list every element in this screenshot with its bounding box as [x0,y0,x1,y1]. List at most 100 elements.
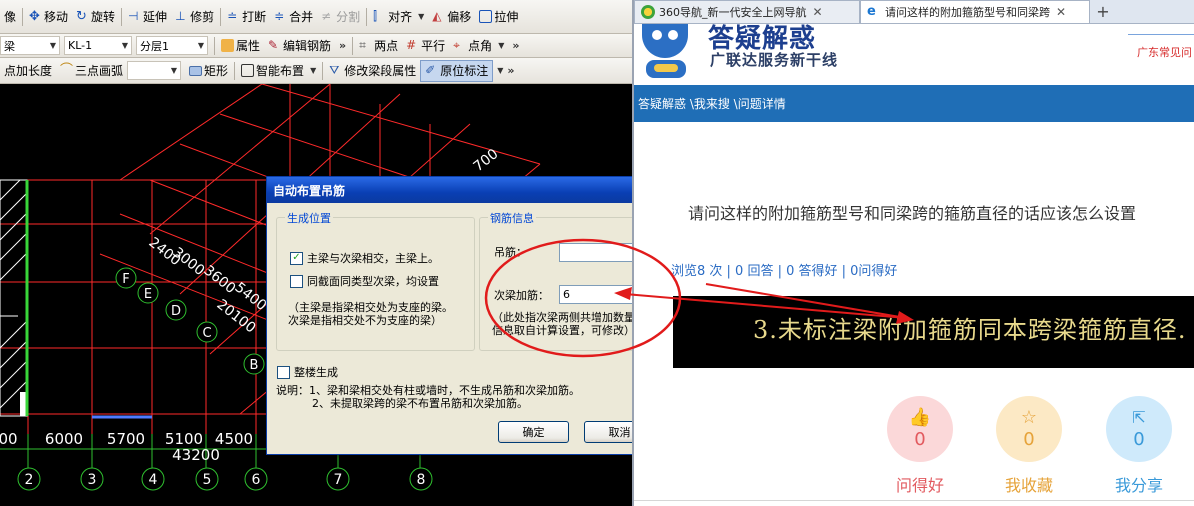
dim-label: 6000 [45,430,83,448]
smart-layout-icon [241,64,255,77]
question-image[interactable]: 3.未标注梁附加箍筋同本跨梁箍筋直径. [673,296,1194,368]
arc-icon: ⌒ [60,63,74,78]
axis-letter: B [250,358,259,373]
favorite-label: 我收藏 [1004,476,1053,495]
rect-icon [189,65,203,76]
star-icon: ☆ [1020,406,1038,428]
edit-rebar-button[interactable]: ✎ 编辑钢筋 [264,35,335,57]
move-icon: ✥ [29,9,40,24]
align-icon: ⫿ [373,9,377,23]
question-stats: 浏览8 次 | 0 回答 | 0 答得好 | 0问得好 [671,264,898,279]
image-annotation-text: 3.未标注梁附加箍筋同本跨梁箍筋直径. [753,316,1187,344]
question-title: 请问这样的附加箍筋型号和同梁跨的箍筋直径的话应该怎么设置 [688,204,1137,223]
divider [634,500,1194,501]
element-toolbar: 梁 ▼ KL-1 ▼ 分层1 ▼ 属性 ✎ 编辑钢筋 » ⌗ 两点 # 平行 ⌖ 点角 ▼ » [0,34,632,58]
parallel-icon: # [406,38,417,52]
modify-beam-property-button[interactable]: ⛛ 修改梁段属性 [325,60,420,82]
point-length-button[interactable]: 点加长度 [0,60,56,82]
axis-number: 2 [25,472,34,488]
point-angle-button[interactable]: ⌖ 点角 ▼ [449,35,508,57]
main-secondary-option[interactable]: ✓ 主梁与次梁相交，主梁上。 [290,250,439,266]
dialog-explanation: 说明：1、梁和梁相交处有柱或墙时，不生成吊筋和次梁加筋。 2、未提取梁跨的梁不布… [276,384,580,410]
draw-toolbar: 点加长度 ⌒ 三点画弧 ▼ 矩形 智能布置 ▼ ⛛ 修改梁段属性 ✐ 原位标注 ▼ » [0,58,632,84]
toolbar-separator [22,7,24,26]
break-button[interactable]: ≐ 打断 [223,6,270,28]
share-action[interactable]: ⇱ 0 我分享 [1104,396,1174,496]
thumb-up-icon: 👍 [908,406,932,428]
checkbox-icon[interactable] [290,274,303,288]
dropdown-caret-icon: ▼ [498,41,505,50]
browser-window: 360导航_新一代安全上网导航 ✕ e 请问这样的附加箍筋型号和同梁跨 ✕ + … [632,0,1194,506]
stretch-button[interactable]: 拉伸 [475,6,522,28]
breadcrumb: 答疑解惑 \我来搜 \问题详情 [634,85,1194,122]
ask-good-action[interactable]: 👍 0 问得好 [885,396,955,496]
dim-label: 5700 [107,430,145,448]
ask-good-count: 0 [914,428,926,450]
split-icon: ≠ [321,9,332,23]
rotate-icon: ↻ [76,9,87,24]
axis-letter: F [122,272,129,287]
toolbar-overflow-icon[interactable]: » [335,39,350,52]
position-note: （主梁是指梁相交处为支座的梁。 次梁是指相交处不为支座的梁） [288,301,453,327]
in-place-label-button[interactable]: ✐ 原位标注 [420,59,494,82]
whole-floor-option[interactable]: 整楼生成 [277,364,338,380]
axis-letter: E [144,287,152,302]
new-tab-button[interactable]: + [1090,0,1116,23]
rotate-button[interactable]: ↻ 旋转 [72,6,119,28]
merge-button[interactable]: ≑ 合并 [270,6,317,28]
site-header: 答疑解惑 广联达服务新干线 广东常见问 [634,24,1194,85]
hanger-label: 吊筋： [494,246,527,259]
total-dimension: 43200 [172,446,220,464]
rebar-note: （此处指次梁两侧共增加数量， 信息取自计算设置，可修改） [492,311,646,337]
checkbox-checked-icon[interactable]: ✓ [290,251,303,265]
ie-icon: e [867,4,876,19]
edit-rebar-icon: ✎ [268,38,279,52]
three-point-arc-button[interactable]: ⌒ 三点画弧 [56,60,127,82]
arc-mode-select[interactable]: ▼ [127,61,182,80]
element-name-select[interactable]: KL-1 ▼ [64,36,132,55]
top-link[interactable]: 广东常见问 [1137,44,1192,60]
bottom-dimension-labels: 00 6000 5700 5100 4500 43200 [0,430,253,464]
toolbar-overflow-icon[interactable]: » [508,39,523,52]
rectangle-button[interactable]: 矩形 [185,60,232,82]
extend-button[interactable]: ⊣ 延伸 [124,6,171,28]
smart-layout-button[interactable]: 智能布置 ▼ [237,60,320,82]
axis-number: 4 [149,472,158,488]
tab-question[interactable]: e 请问这样的附加箍筋型号和同梁跨 ✕ [860,0,1090,23]
auto-hanger-dialog: 自动布置吊筋 ✕ 生成位置 ✓主梁与次梁相交，主梁上。 同截面同类型次梁，均设置… [266,176,671,455]
favorite-action[interactable]: ☆ 0 我收藏 [994,396,1064,496]
toolbar-separator [220,7,222,26]
offset-icon: ◭ [432,9,442,23]
tab-close-icon[interactable]: ✕ [813,5,823,19]
merge-icon: ≑ [274,9,285,23]
split-button[interactable]: ≠ 分割 [317,6,364,28]
toolbar-overflow-icon[interactable]: » [503,64,518,77]
axis-number: 6 [252,472,261,488]
mascot-logo [640,24,692,82]
ok-button[interactable]: 确定 [498,421,569,443]
browser-360-icon [641,5,655,19]
property-button[interactable]: 属性 [217,35,264,57]
offset-button[interactable]: ◭ 偏移 [428,6,475,28]
dropdown-caret-icon: ▼ [170,66,178,75]
align-button[interactable]: ⫿ 对齐 ▼ [369,6,428,28]
ask-good-label: 问得好 [895,476,944,495]
trim-button[interactable]: ⊥ 修剪 [171,6,218,28]
dropdown-caret-icon: ▼ [310,66,317,75]
toolbar-separator [352,36,354,55]
favorite-count: 0 [1023,428,1035,450]
toolbar-image-button[interactable]: 像 [0,6,20,28]
element-type-select[interactable]: 梁 ▼ [0,36,60,55]
layer-select[interactable]: 分层1 ▼ [136,36,208,55]
checkbox-icon[interactable] [277,365,290,379]
break-icon: ≐ [227,9,238,23]
same-section-option[interactable]: 同截面同类型次梁，均设置 [290,273,439,289]
extend-icon: ⊣ [128,9,139,23]
parallel-button[interactable]: # 平行 [402,35,449,57]
tab-close-icon[interactable]: ✕ [1056,5,1066,19]
two-point-button[interactable]: ⌗ 两点 [355,35,402,57]
breadcrumb-text[interactable]: 答疑解惑 \我来搜 \问题详情 [638,95,786,112]
move-button[interactable]: ✥ 移动 [25,6,72,28]
toolbar-separator [214,36,215,55]
toolbar-separator [322,61,324,80]
